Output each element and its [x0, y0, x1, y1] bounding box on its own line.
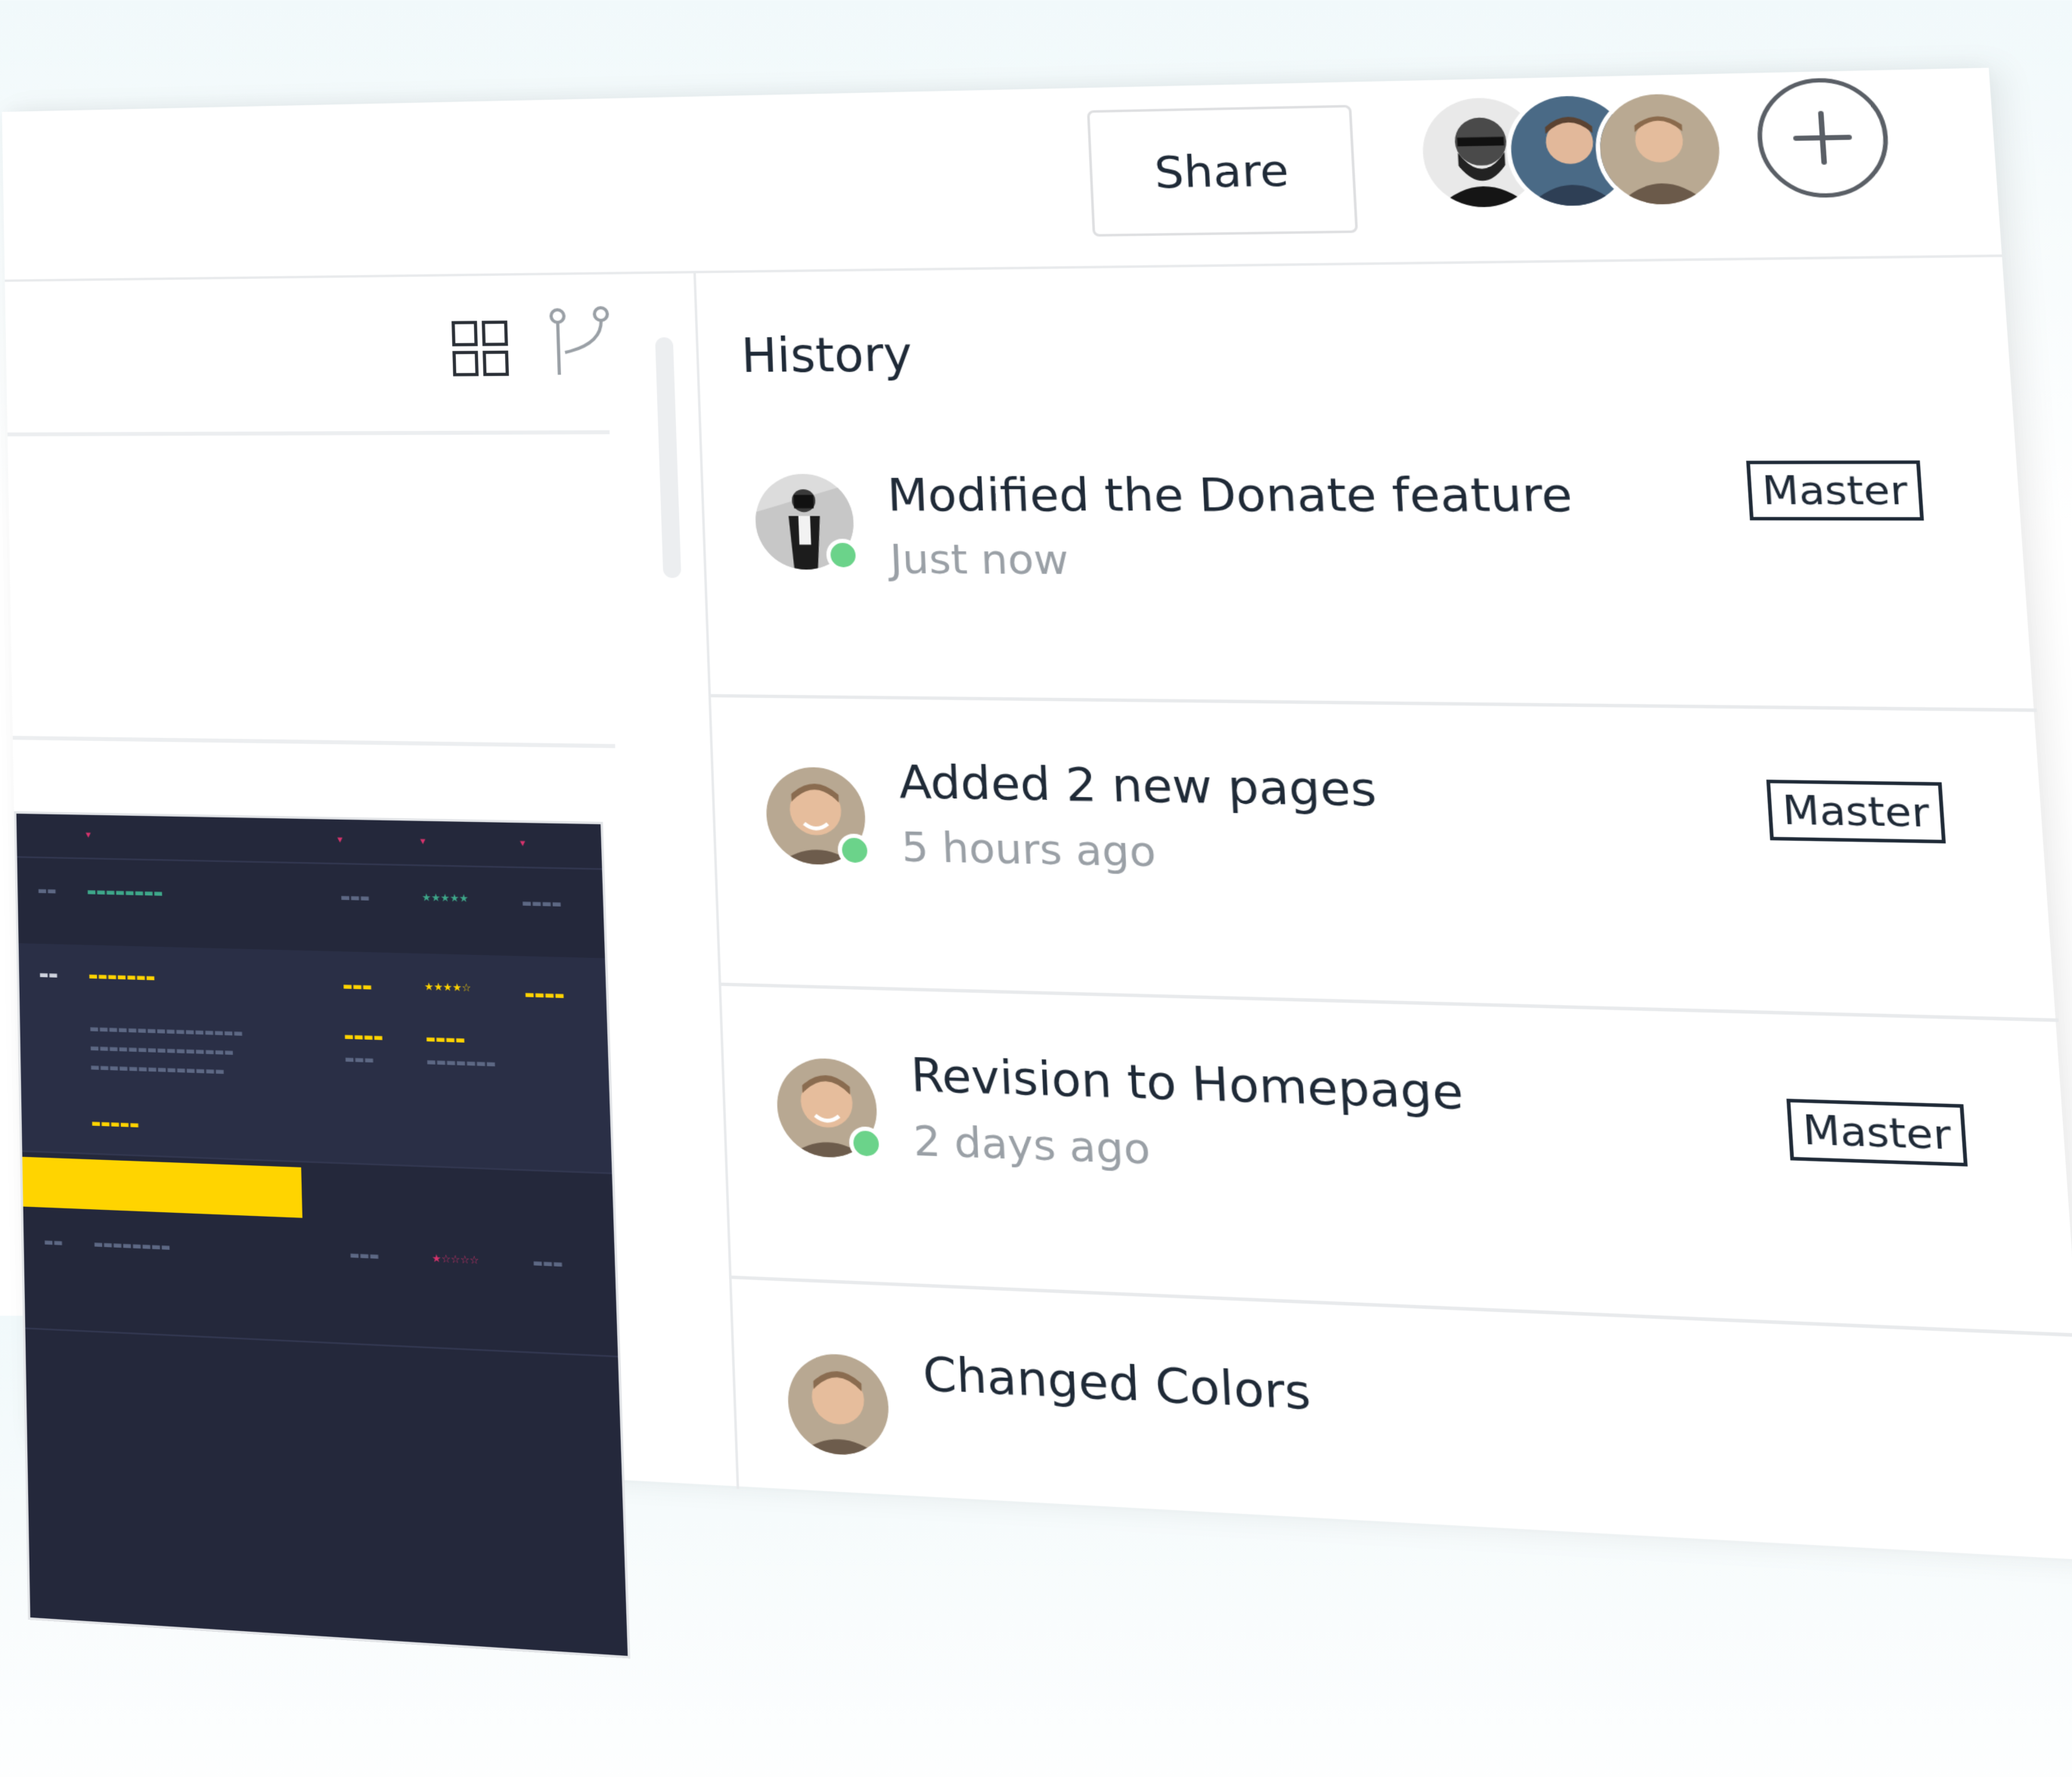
- plus-icon: [1788, 108, 1856, 168]
- history-item-title: Added 2 new pages: [898, 755, 1379, 817]
- list-item[interactable]: Revision to Homepage 2 days ago Master: [721, 985, 2072, 1338]
- workspace-page: Share ▾ ▾ ▾ ▾ ▬▬ ▬▬▬▬▬▬▬▬ ▬▬▬ ★★★★★ ▬▬▬▬…: [2, 67, 2072, 1659]
- list-item[interactable]: Changed Colors: [732, 1279, 2072, 1654]
- history-item-title: Modified the Donate feature: [886, 467, 1574, 523]
- add-collaborator-button[interactable]: [1754, 76, 1892, 199]
- avatar: [775, 1056, 884, 1161]
- divider: [12, 736, 616, 749]
- online-status-dot: [826, 538, 861, 572]
- history-item-title: Changed Colors: [922, 1346, 1312, 1422]
- history-item-time: Just now: [889, 535, 1070, 585]
- online-status-dot: [837, 833, 873, 867]
- history-item-title: Revision to Homepage: [910, 1047, 1465, 1121]
- left-panel: ▾ ▾ ▾ ▾ ▬▬ ▬▬▬▬▬▬▬▬ ▬▬▬ ★★★★★ ▬▬▬▬ ▬▬ ▬▬…: [5, 273, 737, 1659]
- online-status-dot: [848, 1126, 884, 1161]
- app-window: Share ▾ ▾ ▾ ▾ ▬▬ ▬▬▬▬▬▬▬▬ ▬▬▬ ★★★★★ ▬▬▬▬…: [0, 0, 2072, 1659]
- design-preview-thumbnail[interactable]: ▾ ▾ ▾ ▾ ▬▬ ▬▬▬▬▬▬▬▬ ▬▬▬ ★★★★★ ▬▬▬▬ ▬▬ ▬▬…: [14, 811, 631, 1659]
- avatar: [753, 473, 861, 572]
- history-item-time: 5 hours ago: [901, 823, 1158, 876]
- scrollbar[interactable]: [655, 337, 681, 578]
- history-item-time: 2 days ago: [912, 1116, 1152, 1174]
- avatar: [786, 1351, 891, 1457]
- grid-view-icon[interactable]: [451, 320, 510, 377]
- smiling-man-avatar: [786, 1351, 891, 1457]
- branch-badge[interactable]: Master: [1786, 1098, 1968, 1167]
- history-title: History: [740, 327, 913, 383]
- divider: [7, 430, 610, 437]
- share-button[interactable]: Share: [1087, 104, 1358, 237]
- history-panel: History Modified the Donate feature Just…: [693, 256, 2072, 1564]
- list-item[interactable]: Added 2 new pages 5 hours ago Master: [711, 697, 2059, 1022]
- branch-badge[interactable]: Master: [1766, 780, 1946, 844]
- list-item[interactable]: Modified the Donate feature Just now Mas…: [700, 407, 2037, 712]
- branch-badge[interactable]: Master: [1746, 460, 1925, 521]
- avatar: [765, 766, 873, 867]
- collaborator-avatar-stone: [1596, 93, 1723, 206]
- top-toolbar: Share: [2, 67, 2002, 282]
- collaborator-avatars[interactable]: [1415, 88, 1728, 216]
- branch-icon[interactable]: [547, 306, 614, 378]
